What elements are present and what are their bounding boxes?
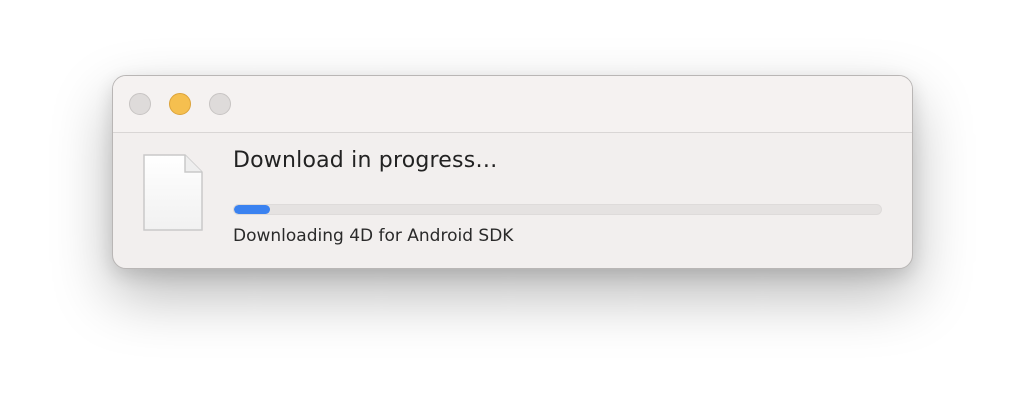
document-icon: [143, 154, 203, 231]
window-titlebar[interactable]: [113, 76, 912, 133]
zoom-window-button[interactable]: [209, 93, 231, 115]
close-window-button[interactable]: [129, 93, 151, 115]
download-title: Download in progress…: [233, 148, 498, 173]
download-progress-fill: [234, 205, 270, 214]
minimize-window-button[interactable]: [169, 93, 191, 115]
download-progress-bar: [233, 204, 882, 215]
download-progress-window: Download in progress… Downloading 4D for…: [112, 75, 913, 269]
download-status-text: Downloading 4D for Android SDK: [233, 226, 514, 246]
desktop-stage: Download in progress… Downloading 4D for…: [0, 0, 1024, 416]
